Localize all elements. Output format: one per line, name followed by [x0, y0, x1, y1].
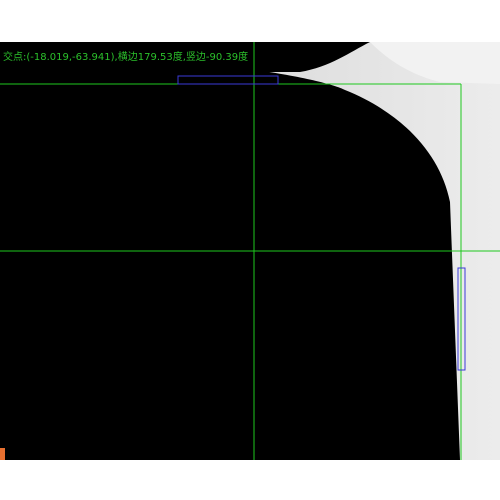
measurement-readout: 交点:(-18.019,-63.941),横边179.53度,竖边-90.39度 — [3, 52, 249, 63]
roi-box-top — [177, 75, 279, 85]
corner-marker-icon — [0, 448, 5, 460]
measurement-overlay — [0, 42, 500, 460]
